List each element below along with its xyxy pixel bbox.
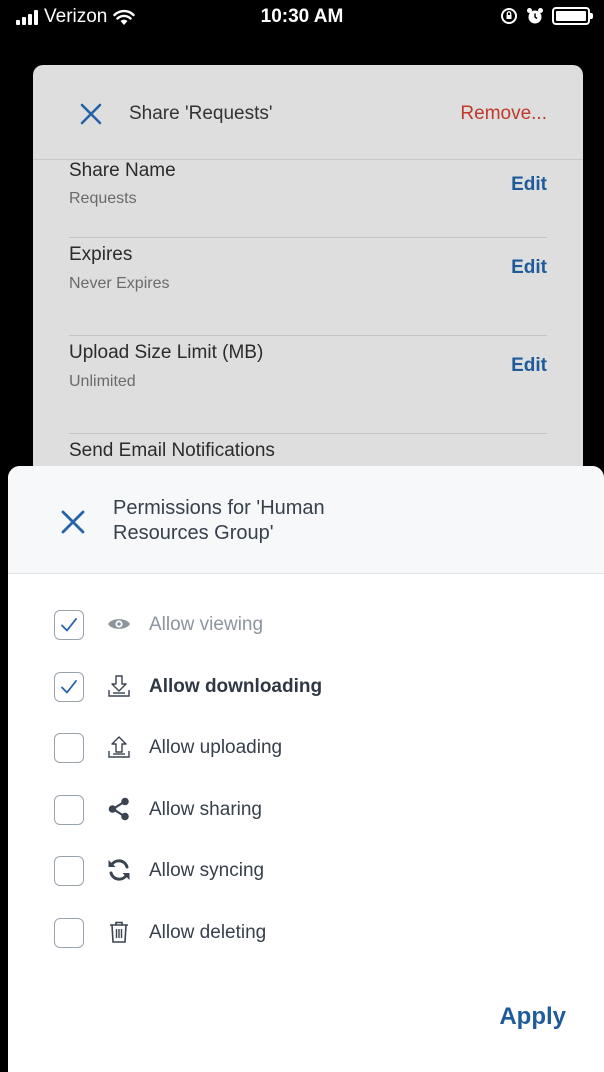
download-icon — [108, 674, 130, 697]
close-icon[interactable] — [79, 102, 103, 126]
permission-label: Allow sharing — [149, 798, 262, 820]
setting-row-share-name: Share Name Requests Edit — [69, 160, 547, 238]
setting-label: Upload Size Limit (MB) — [69, 342, 264, 363]
checkbox-uploading[interactable] — [54, 733, 84, 763]
share-card-title: Share 'Requests' — [129, 103, 273, 124]
sync-icon — [108, 859, 130, 881]
checkbox-downloading[interactable] — [54, 671, 84, 702]
permission-row-downloading[interactable]: Allow downloading — [8, 658, 604, 720]
permission-row-syncing[interactable]: Allow syncing — [8, 842, 604, 904]
permission-label: Allow uploading — [149, 737, 283, 758]
permissions-title: Permissions for 'Human Resources Group' — [113, 497, 325, 544]
close-icon[interactable] — [60, 509, 86, 535]
permission-row-deleting[interactable]: Allow deleting — [8, 904, 604, 966]
permission-row-sharing[interactable]: Allow sharing — [8, 781, 604, 843]
battery-icon — [552, 7, 593, 25]
setting-value: Requests — [69, 190, 137, 207]
permission-label: Allow deleting — [149, 921, 267, 943]
checkbox-sharing[interactable] — [54, 794, 84, 825]
permissions-sheet-header: Permissions for 'Human Resources Group' — [8, 466, 604, 574]
setting-label: Share Name — [69, 160, 176, 181]
permission-row-viewing[interactable]: Allow viewing — [8, 596, 604, 658]
edit-share-name-button[interactable]: Edit — [511, 174, 547, 196]
remove-button[interactable]: Remove... — [460, 103, 547, 125]
permission-label: Allow syncing — [149, 860, 265, 881]
checkbox-deleting[interactable] — [54, 917, 84, 948]
setting-row-expires: Expires Never Expires Edit — [69, 238, 547, 336]
status-bar: Verizon 10:30 AM — [0, 0, 604, 34]
edit-expires-button[interactable]: Edit — [511, 257, 547, 279]
permissions-sheet: Permissions for 'Human Resources Group' … — [8, 466, 604, 1072]
checkbox-viewing[interactable] — [54, 610, 84, 640]
setting-label: Expires — [69, 244, 133, 265]
share-icon — [108, 797, 129, 820]
permission-label: Allow viewing — [149, 614, 264, 635]
permission-row-uploading[interactable]: Allow uploading — [8, 719, 604, 781]
alarm-icon — [527, 8, 543, 24]
apply-button[interactable]: Apply — [499, 1003, 566, 1031]
screen: Verizon 10:30 AM Share 'Requests' Remove… — [0, 0, 604, 1072]
permissions-list: Allow viewing Allow downloading Allow up… — [8, 596, 604, 965]
trash-icon — [110, 921, 128, 943]
setting-value: Unlimited — [69, 373, 136, 390]
status-right — [500, 7, 593, 25]
eye-icon — [108, 619, 130, 629]
checkbox-syncing[interactable] — [54, 856, 84, 886]
permission-label: Allow downloading — [149, 675, 323, 697]
upload-icon — [108, 736, 130, 758]
setting-value: Never Expires — [69, 275, 170, 292]
setting-row-upload-limit: Upload Size Limit (MB) Unlimited Edit — [69, 336, 547, 434]
edit-upload-limit-button[interactable]: Edit — [511, 355, 547, 377]
orientation-lock-icon — [501, 8, 517, 24]
setting-label: Send Email Notifications — [69, 440, 275, 461]
share-card-header: Share 'Requests' Remove... — [33, 65, 583, 160]
